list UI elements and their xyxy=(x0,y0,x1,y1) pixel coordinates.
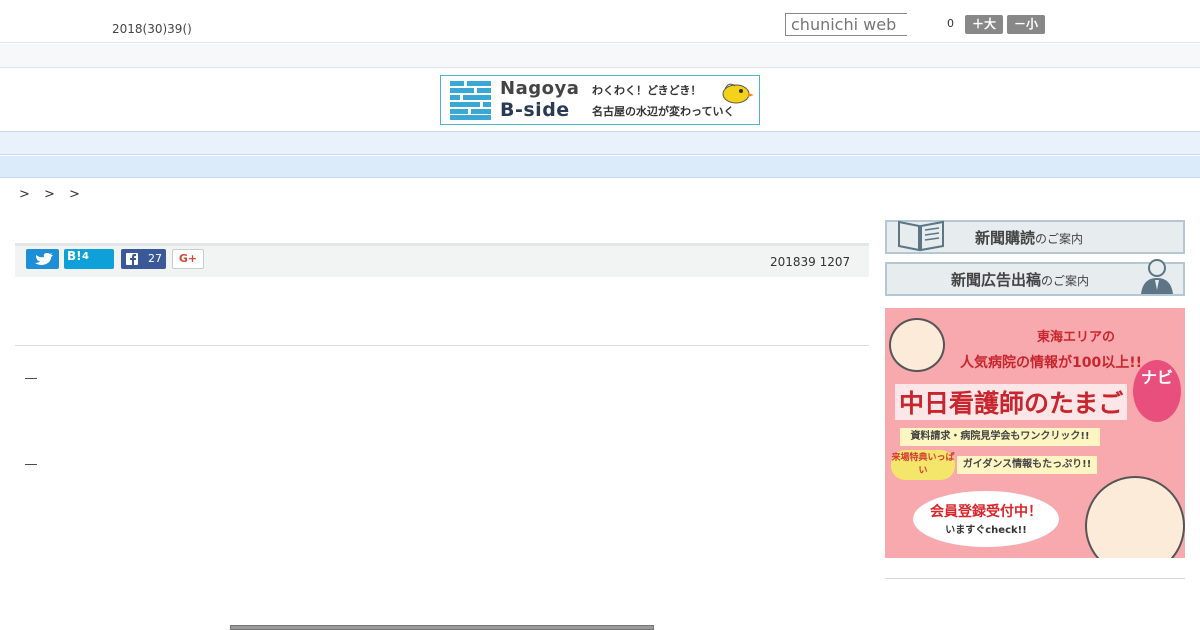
site-logo[interactable]: Nagoya B-side わくわく！どきどき！ 名古屋の水辺が変わっていく xyxy=(440,75,760,125)
article-dash: ― xyxy=(25,371,37,385)
publish-date: 201839 1207 xyxy=(770,255,851,269)
ad-bubble-sub: いますぐcheck!! xyxy=(945,525,1027,536)
facebook-count: 27 xyxy=(148,252,162,265)
advertise-main-label: 新聞広告出稿 xyxy=(951,271,1042,289)
ad-navi-badge: ナビ xyxy=(1133,360,1181,422)
ad-line-1: 東海エリアの xyxy=(1037,330,1116,345)
breadcrumb[interactable]: > > > xyxy=(19,187,85,202)
search-input[interactable] xyxy=(785,13,907,36)
ad-pill: 来場特典いっぱい xyxy=(891,450,955,480)
ad-strip-2: ガイダンス情報もたっぷり!! xyxy=(957,456,1097,474)
subnav-band xyxy=(0,156,1200,178)
bird-mascot-icon xyxy=(722,83,754,104)
font-size-value: 0 xyxy=(947,17,954,30)
nurse-face-icon xyxy=(1085,476,1185,558)
article-dash: ― xyxy=(25,457,37,471)
logo-tagline-2: 名古屋の水辺が変わっていく xyxy=(592,105,735,118)
advertise-banner[interactable]: 新聞広告出稿のご案内 xyxy=(885,259,1185,296)
top-bar: 2018(30)39() 0 ＋大 －小 xyxy=(0,0,1200,43)
global-nav xyxy=(0,131,1200,155)
logo-mark-icon xyxy=(450,81,491,120)
businessman-icon xyxy=(1141,259,1173,294)
hatena-icon: B! xyxy=(67,249,82,263)
divider xyxy=(15,345,869,346)
subscribe-main-label: 新聞購読 xyxy=(975,229,1036,247)
sidebar-divider xyxy=(885,578,1185,579)
header-date: 2018(30)39() xyxy=(112,22,192,36)
twitter-icon xyxy=(35,253,53,265)
hatena-bookmark-button[interactable]: B! 4 xyxy=(64,249,114,269)
ad-bubble-main: 会員登録受付中！ xyxy=(930,504,1042,520)
subscribe-banner[interactable]: 新聞購読のご案内 xyxy=(885,220,1185,254)
book-icon xyxy=(898,220,944,252)
hatena-count: 4 xyxy=(82,251,89,262)
header-band xyxy=(0,44,1200,68)
ad-speech-bubble: 会員登録受付中！ いますぐcheck!! xyxy=(913,491,1059,547)
ad-line-2: 人気病院の情報が100以上!! xyxy=(960,355,1142,371)
logo-text-bside: B-side xyxy=(500,99,570,121)
twitter-share-button[interactable] xyxy=(26,249,59,269)
subscribe-sub-label: のご案内 xyxy=(1035,232,1084,246)
font-smaller-button[interactable]: －小 xyxy=(1007,15,1045,34)
logo-text-nagoya: Nagoya xyxy=(500,78,580,99)
ad-strip-1: 資料請求・病院見学会もワンクリック!! xyxy=(900,428,1100,446)
logo-tagline-1: わくわく！どきどき！ xyxy=(592,84,702,97)
nurse-ad-banner[interactable]: 東海エリアの 人気病院の情報が100以上!! 中日看護師のたまご ナビ 資料請求… xyxy=(885,308,1185,558)
article-image xyxy=(230,625,654,630)
facebook-share-button[interactable]: 27 xyxy=(121,249,166,269)
advertise-sub-label: のご案内 xyxy=(1041,274,1090,288)
share-bar: B! 4 27 G+ 201839 1207 xyxy=(15,243,869,277)
facebook-icon xyxy=(126,253,138,265)
font-bigger-button[interactable]: ＋大 xyxy=(965,15,1003,34)
nurse-mascot-icon xyxy=(889,318,945,372)
ad-title: 中日看護師のたまご xyxy=(895,384,1128,420)
gplus-share-button[interactable]: G+ xyxy=(172,249,204,269)
